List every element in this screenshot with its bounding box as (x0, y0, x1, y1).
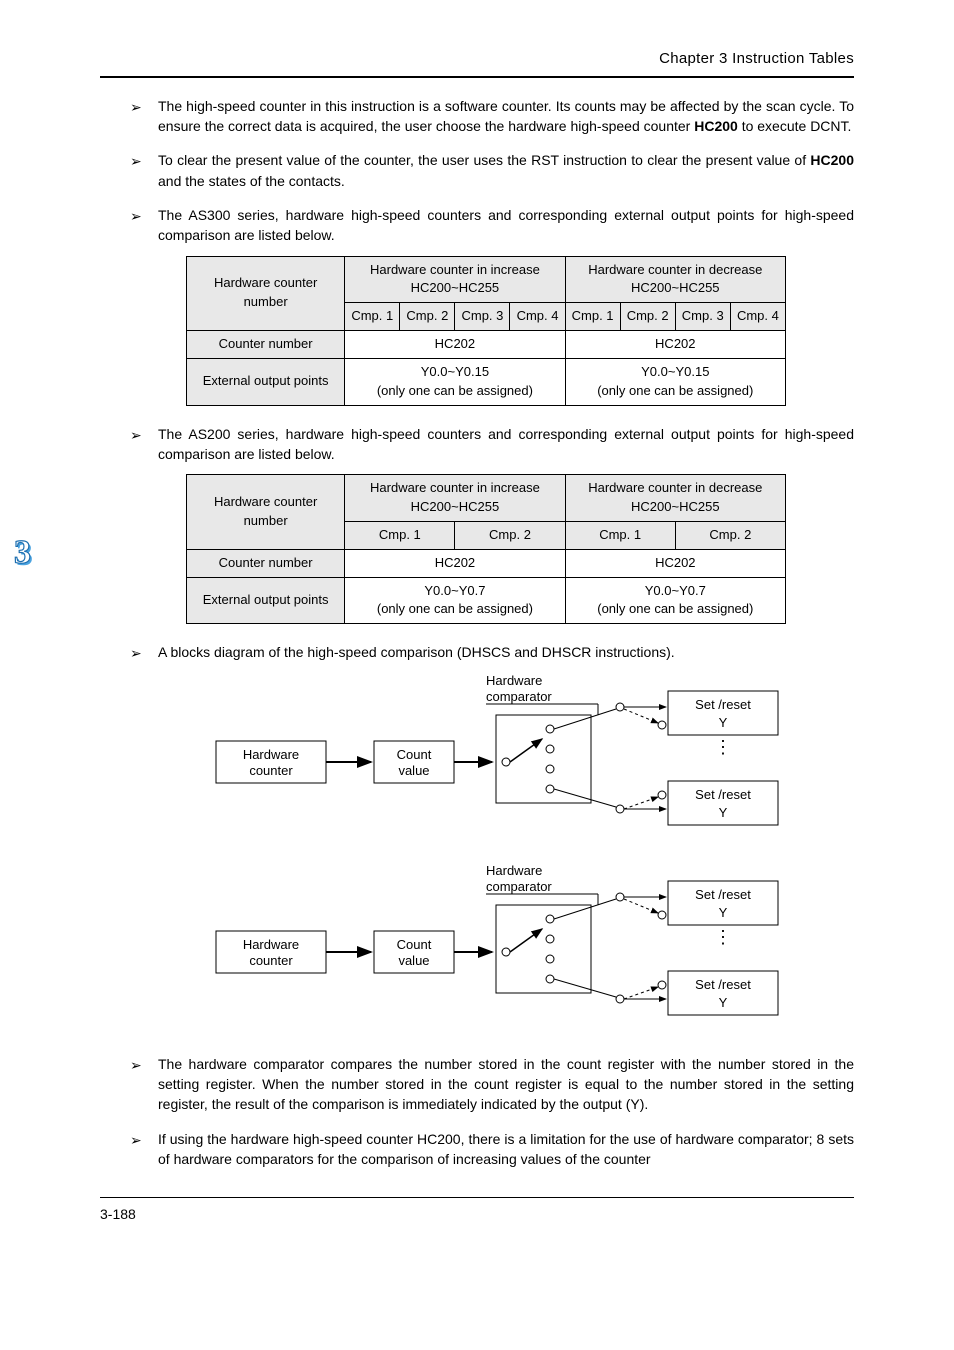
bullet-icon: ➢ (130, 1130, 142, 1150)
th-cmp: Cmp. 4 (510, 303, 565, 331)
th-col1: Hardware counter number (187, 475, 345, 550)
row-label: Counter number (187, 549, 345, 577)
th-cmp: Cmp. 2 (675, 521, 785, 549)
bullet-text: The high-speed counter in this instructi… (158, 98, 854, 134)
bold-span: HC200 (810, 152, 854, 168)
diagram-label: Count (397, 747, 432, 762)
chapter-header: Chapter 3 Instruction Tables (100, 48, 854, 70)
diagram-label: Hardware (486, 863, 542, 878)
diagram-label: comparator (486, 879, 552, 894)
bullet-item: ➢ If using the hardware high-speed count… (130, 1129, 854, 1174)
bullet-item: ➢ To clear the present value of the coun… (130, 150, 854, 205)
cell: Y0.0~Y0.7 (only one can be assigned) (345, 577, 565, 624)
th-cmp: Cmp. 1 (345, 521, 455, 549)
bullet-list: ➢ The high-speed counter in this instruc… (130, 96, 854, 1174)
cell: HC202 (345, 549, 565, 577)
bullet-text: The AS300 series, hardware high-speed co… (158, 207, 854, 243)
th-col3: Hardware counter in decrease HC200~HC255 (565, 256, 785, 303)
bullet-icon: ➢ (130, 1055, 142, 1075)
diagram-label: Set /reset (695, 977, 751, 992)
th-cmp: Cmp. 2 (455, 521, 565, 549)
bullet-text: The AS200 series, hardware high-speed co… (158, 426, 854, 462)
th-col3: Hardware counter in decrease HC200~HC255 (565, 475, 785, 522)
row-label: External output points (187, 577, 345, 624)
cell: Y0.0~Y0.7 (only one can be assigned) (565, 577, 785, 624)
header-rule (100, 76, 854, 78)
bullet-item: ➢ The AS200 series, hardware high-speed … (130, 424, 854, 643)
table-as200: Hardware counter number Hardware counter… (186, 474, 786, 624)
diagram-label: Y (719, 995, 728, 1010)
text-span: and the states of the contacts. (158, 173, 345, 189)
diagram-label: counter (249, 763, 293, 778)
text-span: to execute DCNT. (738, 118, 852, 134)
diagram-label: Hardware (486, 673, 542, 688)
th-cmp: Cmp. 2 (620, 303, 675, 331)
bullet-icon: ➢ (130, 643, 142, 663)
chapter-side-tab: 3 3 (14, 528, 46, 568)
bullet-item: ➢ The hardware comparator compares the n… (130, 1054, 854, 1129)
diagram-label: Y (719, 805, 728, 820)
text-span: To clear the present value of the counte… (158, 152, 810, 168)
diagram-label: Count (397, 937, 432, 952)
cell: HC202 (565, 549, 785, 577)
bullet-item: ➢ The high-speed counter in this instruc… (130, 96, 854, 151)
bullet-text: A blocks diagram of the high-speed compa… (158, 644, 675, 660)
bullet-icon: ➢ (130, 206, 142, 226)
bullet-icon: ➢ (130, 425, 142, 445)
cell: HC202 (345, 331, 565, 359)
bullet-icon: ➢ (130, 97, 142, 117)
diagram-label: Set /reset (695, 697, 751, 712)
diagram-label: Set /reset (695, 887, 751, 902)
table-as300: Hardware counter number Hardware counter… (186, 256, 786, 406)
diagram-label: Hardware (243, 747, 299, 762)
diagram-label: Hardware (243, 937, 299, 952)
footer-rule (100, 1197, 854, 1198)
diagram-label: comparator (486, 689, 552, 704)
row-label: External output points (187, 358, 345, 405)
diagram-label: value (398, 763, 429, 778)
page-number: 3-188 (100, 1204, 854, 1224)
bullet-icon: ➢ (130, 151, 142, 171)
cell: Y0.0~Y0.15 (only one can be assigned) (345, 358, 565, 405)
bullet-item: ➢ The AS300 series, hardware high-speed … (130, 205, 854, 424)
th-cmp: Cmp. 2 (400, 303, 455, 331)
bullet-text: If using the hardware high-speed counter… (158, 1131, 854, 1167)
diagram-label: Set /reset (695, 787, 751, 802)
bullet-text: To clear the present value of the counte… (158, 152, 854, 188)
th-col2: Hardware counter in increase HC200~HC255 (345, 475, 565, 522)
th-cmp: Cmp. 1 (565, 303, 620, 331)
row-label: Counter number (187, 331, 345, 359)
ellipsis-icon: ⋮ (714, 927, 732, 947)
bullet-item: ➢ A blocks diagram of the high-speed com… (130, 642, 854, 1054)
diagram-label: value (398, 953, 429, 968)
bold-span: HC200 (694, 118, 738, 134)
diagram-label: Y (719, 715, 728, 730)
th-cmp: Cmp. 1 (565, 521, 675, 549)
page-footer: 3-188 (100, 1197, 854, 1224)
th-col2: Hardware counter in increase HC200~HC255 (345, 256, 565, 303)
side-tab-digit: 3 (14, 528, 31, 577)
ellipsis-icon: ⋮ (714, 737, 732, 757)
th-cmp: Cmp. 1 (345, 303, 400, 331)
cell: Y0.0~Y0.15 (only one can be assigned) (565, 358, 785, 405)
diagram-block: Hardware comparator Hardware counter (186, 669, 854, 1034)
th-col1: Hardware counter number (187, 256, 345, 331)
diagram-label: counter (249, 953, 293, 968)
cell: HC202 (565, 331, 785, 359)
bullet-text: The hardware comparator compares the num… (158, 1056, 854, 1113)
th-cmp: Cmp. 3 (455, 303, 510, 331)
th-cmp: Cmp. 3 (675, 303, 730, 331)
th-cmp: Cmp. 4 (730, 303, 785, 331)
diagram-label: Y (719, 905, 728, 920)
